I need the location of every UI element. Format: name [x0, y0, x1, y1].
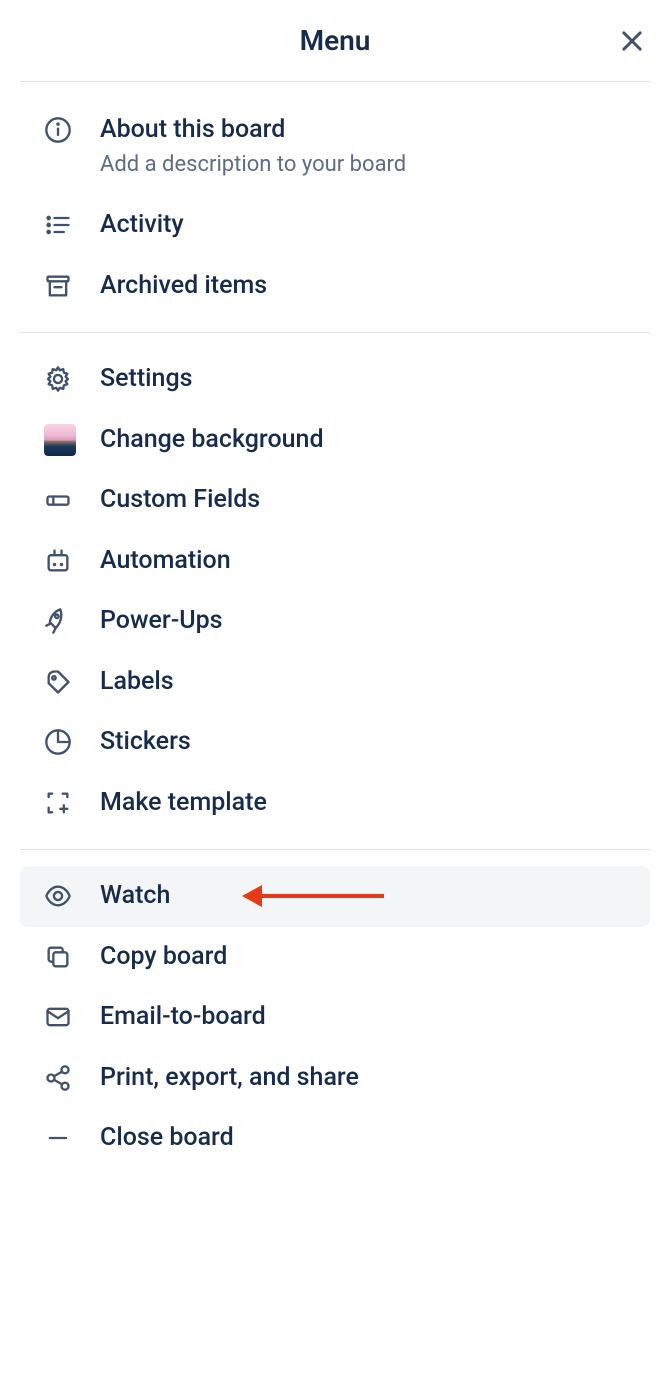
menu-item-label: Labels — [100, 666, 174, 699]
template-icon — [44, 789, 88, 817]
menu-item-label: Email-to-board — [100, 1001, 266, 1034]
menu-item-label: Stickers — [100, 726, 191, 759]
minus-icon — [44, 1124, 88, 1152]
eye-icon — [44, 882, 88, 910]
menu-item-label: Print, export, and share — [100, 1062, 359, 1095]
menu-item-label: Close board — [100, 1122, 234, 1155]
fade-overlay — [0, 1356, 670, 1386]
menu-item-label: Archived items — [100, 270, 267, 303]
menu-item-settings[interactable]: Settings — [20, 349, 650, 410]
menu-item-powerups[interactable]: Power-Ups — [20, 591, 650, 652]
menu-item-label: Custom Fields — [100, 484, 260, 517]
menu-item-label: Copy board — [100, 941, 227, 974]
menu-title: Menu — [300, 24, 371, 57]
menu-item-label: Automation — [100, 545, 231, 578]
mail-icon — [44, 1003, 88, 1031]
robot-icon — [44, 547, 88, 575]
menu-item-activity[interactable]: Activity — [20, 195, 650, 256]
menu-item-sublabel: Add a description to your board — [100, 151, 406, 180]
menu-item-copy[interactable]: Copy board — [20, 927, 650, 988]
arrow-annotation — [242, 885, 384, 907]
close-button[interactable] — [618, 27, 646, 55]
menu-item-watch[interactable]: Watch — [20, 866, 650, 927]
copy-icon — [44, 943, 88, 971]
field-icon — [44, 486, 88, 514]
menu-section: Settings Change background Custom Fields… — [0, 333, 670, 849]
archive-icon — [44, 272, 88, 300]
menu-item-labels[interactable]: Labels — [20, 652, 650, 713]
tag-icon — [44, 668, 88, 696]
thumbnail-icon — [44, 424, 88, 456]
menu-item-archived[interactable]: Archived items — [20, 256, 650, 317]
menu-item-background[interactable]: Change background — [20, 410, 650, 471]
menu-item-label: Activity — [100, 209, 184, 242]
close-icon — [618, 27, 646, 55]
menu-item-close[interactable]: Close board — [20, 1108, 650, 1169]
menu-item-email[interactable]: Email-to-board — [20, 987, 650, 1048]
gear-icon — [44, 365, 88, 393]
menu-header: Menu — [0, 0, 670, 81]
activity-icon — [44, 211, 88, 239]
menu-item-label: Power-Ups — [100, 605, 223, 638]
menu-item-label: Make template — [100, 787, 267, 820]
menu-item-about[interactable]: About this board Add a description to yo… — [20, 98, 650, 195]
menu-item-label: Settings — [100, 363, 193, 396]
menu-item-label: Change background — [100, 424, 324, 457]
share-icon — [44, 1064, 88, 1092]
rocket-icon — [44, 607, 88, 635]
menu-item-label: Watch — [100, 880, 170, 913]
menu-section: Watch Copy board Email-to-board Print, e… — [0, 850, 670, 1185]
menu-item-share[interactable]: Print, export, and share — [20, 1048, 650, 1109]
menu-item-label: About this board — [100, 114, 406, 147]
menu-item-template[interactable]: Make template — [20, 773, 650, 834]
menu-item-custom-fields[interactable]: Custom Fields — [20, 470, 650, 531]
info-icon — [44, 114, 88, 144]
menu-section: About this board Add a description to yo… — [0, 82, 670, 332]
sticker-icon — [44, 728, 88, 756]
menu-item-stickers[interactable]: Stickers — [20, 712, 650, 773]
menu-item-automation[interactable]: Automation — [20, 531, 650, 592]
